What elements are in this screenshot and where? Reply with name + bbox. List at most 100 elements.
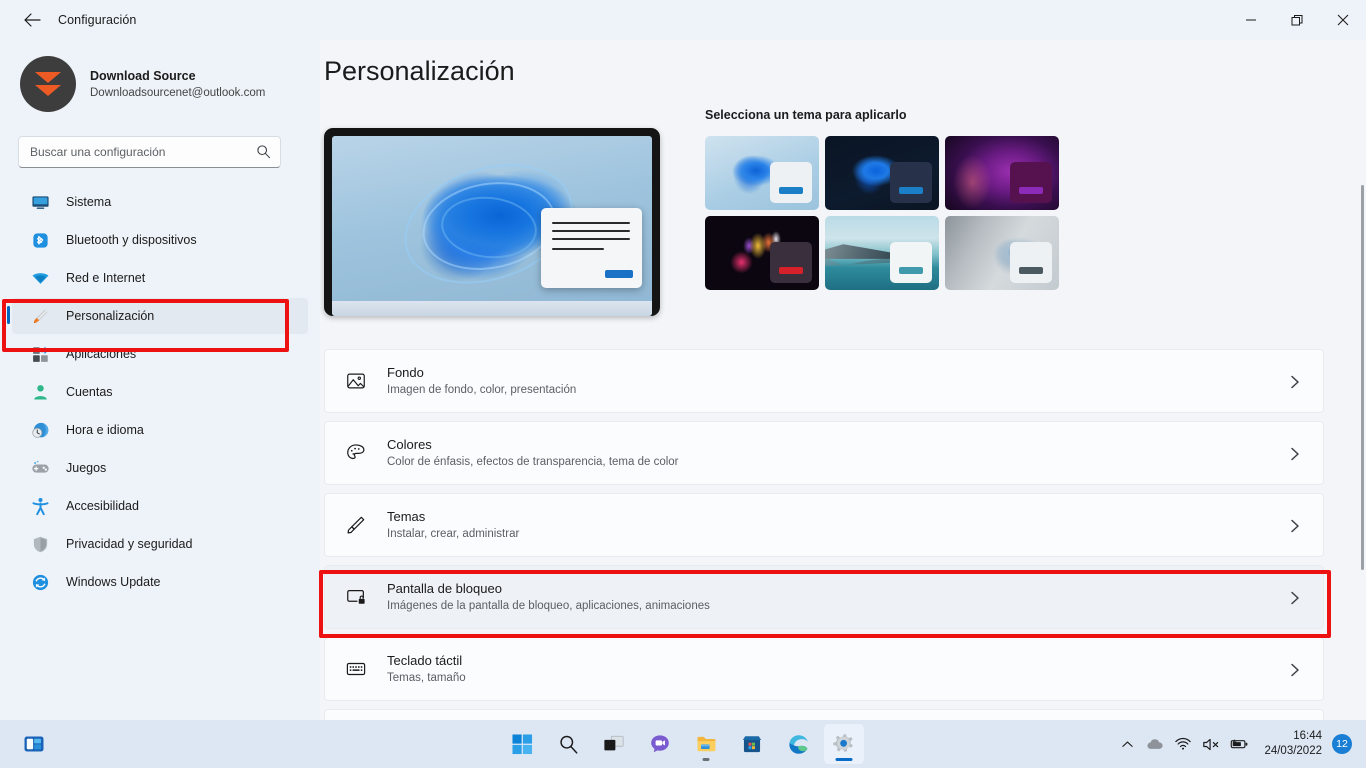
search-icon <box>257 145 271 159</box>
avatar <box>20 56 76 112</box>
themes-grid <box>705 136 1059 290</box>
preview-window-card <box>541 208 642 288</box>
tray-icon-group <box>1114 727 1252 761</box>
minimize-button[interactable] <box>1228 0 1274 40</box>
settings-row-teclado-tactil[interactable]: Teclado táctil Temas, tamaño <box>324 637 1324 701</box>
sidebar-item-label: Red e Internet <box>66 271 146 285</box>
chevron-right-icon <box>1289 446 1301 467</box>
scrollbar-thumb[interactable] <box>1361 185 1364 570</box>
theme-wallpaper-reflection <box>825 257 896 267</box>
taskbar-start-button[interactable] <box>502 724 542 764</box>
account-block[interactable]: Download Source Downloadsourcenet@outloo… <box>20 56 320 112</box>
back-button[interactable] <box>14 5 50 35</box>
settings-window: Configuración Download Source Downloadso… <box>0 0 1366 768</box>
sidebar-item-sistema[interactable]: Sistema <box>12 184 308 220</box>
sidebar-item-hora-e-idioma[interactable]: Hora e idioma <box>12 412 308 448</box>
theme-card-purple-flow[interactable] <box>945 136 1059 210</box>
theme-accent-swatch <box>1019 267 1043 274</box>
theme-accent-swatch <box>779 187 803 194</box>
settings-row-subtitle: Color de énfasis, efectos de transparenc… <box>387 456 679 468</box>
sidebar-item-accesibilidad[interactable]: Accesibilidad <box>12 488 308 524</box>
preview-text-line <box>552 230 630 232</box>
gamepad-icon <box>28 459 52 478</box>
brush-icon <box>341 514 371 536</box>
theme-window-preview <box>770 242 812 283</box>
tray-onedrive-button[interactable] <box>1142 727 1168 761</box>
settings-row-pantalla-de-bloqueo[interactable]: Pantalla de bloqueo Imágenes de la panta… <box>324 565 1324 629</box>
taskbar-microsoft-store-button[interactable] <box>732 724 772 764</box>
preview-text-line <box>552 222 630 224</box>
search-box[interactable] <box>18 136 281 168</box>
theme-card-flower-dark[interactable] <box>705 216 819 290</box>
sidebar-item-personalizacion[interactable]: Personalización <box>7 298 308 334</box>
taskbar-apps <box>502 724 864 764</box>
sidebar-nav: Sistema Bluetooth y dispositivos Red e I… <box>0 184 320 600</box>
sidebar-item-label: Juegos <box>66 461 107 475</box>
sidebar-item-juegos[interactable]: Juegos <box>12 450 308 486</box>
settings-row-title: Temas <box>387 509 426 524</box>
sidebar-item-label: Windows Update <box>66 575 161 589</box>
themes-heading: Selecciona un tema para aplicarlo <box>705 108 907 122</box>
edge-icon <box>788 734 808 754</box>
wifi-icon <box>28 269 52 288</box>
settings-row-temas[interactable]: Temas Instalar, crear, administrar <box>324 493 1324 557</box>
active-indicator <box>835 758 853 761</box>
sidebar-item-cuentas[interactable]: Cuentas <box>12 374 308 410</box>
avatar-chevron-upper <box>35 72 61 83</box>
themes-section: Selecciona un tema para aplicarlo <box>705 108 1059 290</box>
settings-row-subtitle: Instalar, crear, administrar <box>387 528 520 540</box>
windows-logo-icon <box>511 733 532 754</box>
title-bar: Configuración <box>0 0 1366 40</box>
tray-volume-button[interactable] <box>1198 727 1224 761</box>
taskbar-settings-button[interactable] <box>824 724 864 764</box>
taskbar-widgets-button[interactable] <box>14 724 54 764</box>
chevron-right-icon <box>1289 590 1301 611</box>
theme-card-light-bloom[interactable] <box>705 136 819 210</box>
paintbrush-icon <box>28 307 52 326</box>
theme-card-glow-gray[interactable] <box>945 216 1059 290</box>
sidebar-item-windows-update[interactable]: Windows Update <box>12 564 308 600</box>
theme-card-dark-bloom[interactable] <box>825 136 939 210</box>
taskbar-file-explorer-button[interactable] <box>686 724 726 764</box>
taskbar: 16:44 24/03/2022 12 <box>0 720 1366 768</box>
taskbar-chat-button[interactable] <box>640 724 680 764</box>
taskbar-clock[interactable]: 16:44 24/03/2022 <box>1264 729 1322 759</box>
speaker-muted-icon <box>1203 738 1219 750</box>
sidebar-item-aplicaciones[interactable]: Aplicaciones <box>12 336 308 372</box>
taskbar-task-view-button[interactable] <box>594 724 634 764</box>
touch-keyboard-icon <box>341 658 371 680</box>
tray-network-button[interactable] <box>1170 727 1196 761</box>
theme-accent-swatch <box>1019 187 1043 194</box>
theme-window-preview <box>770 162 812 203</box>
tray-show-hidden-icons-button[interactable] <box>1114 727 1140 761</box>
notification-badge[interactable]: 12 <box>1332 734 1352 754</box>
settings-row-title: Fondo <box>387 365 424 380</box>
back-arrow-icon <box>23 13 41 27</box>
chat-icon <box>651 735 669 753</box>
preview-accent-button <box>605 270 633 278</box>
theme-card-captured-motion[interactable] <box>825 216 939 290</box>
taskbar-edge-button[interactable] <box>778 724 818 764</box>
taskbar-search-button[interactable] <box>548 724 588 764</box>
theme-wallpaper-mountain <box>825 244 896 259</box>
palette-icon <box>341 442 371 464</box>
clock-date: 24/03/2022 <box>1264 745 1322 757</box>
tray-battery-button[interactable] <box>1226 727 1252 761</box>
theme-accent-swatch <box>779 267 803 274</box>
sidebar-item-red-e-internet[interactable]: Red e Internet <box>12 260 308 296</box>
scrollbar-track[interactable] <box>1358 80 1366 728</box>
sidebar-item-bluetooth-y-dispositivos[interactable]: Bluetooth y dispositivos <box>12 222 308 258</box>
monitor-icon <box>28 193 52 212</box>
settings-row-fondo[interactable]: Fondo Imagen de fondo, color, presentaci… <box>324 349 1324 413</box>
settings-row-colores[interactable]: Colores Color de énfasis, efectos de tra… <box>324 421 1324 485</box>
theme-window-preview <box>1010 162 1052 203</box>
sidebar-item-label: Accesibilidad <box>66 499 139 513</box>
preview-text-line <box>552 238 630 240</box>
close-button[interactable] <box>1320 0 1366 40</box>
settings-row-subtitle: Imagen de fondo, color, presentación <box>387 384 577 396</box>
sidebar-item-privacidad-y-seguridad[interactable]: Privacidad y seguridad <box>12 526 308 562</box>
sidebar-item-label: Cuentas <box>66 385 113 399</box>
apps-icon <box>28 345 52 364</box>
restore-button[interactable] <box>1274 0 1320 40</box>
search-input[interactable] <box>19 145 234 159</box>
